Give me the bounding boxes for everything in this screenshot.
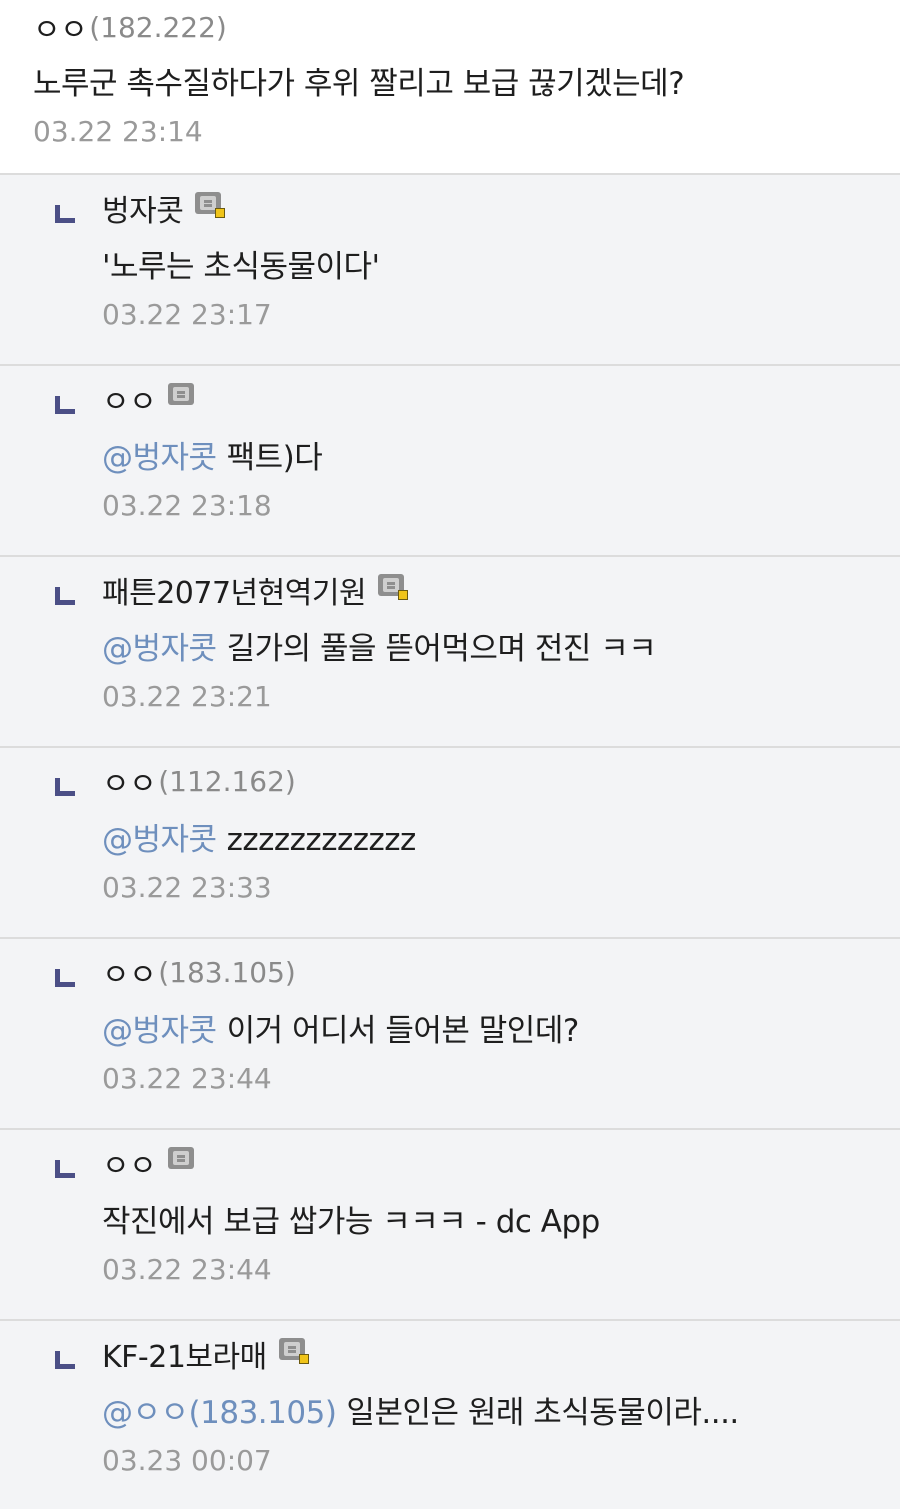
fixed-nick-gallog-icon[interactable] <box>378 574 409 600</box>
nickname[interactable]: ㅇㅇ <box>102 1141 157 1185</box>
comment-author: ㅇㅇ (182.222) <box>33 5 900 49</box>
reply-date: 03.23 00:07 <box>102 1444 272 1477</box>
fixed-nick-gallog-icon[interactable] <box>278 1338 309 1364</box>
reply-text: @벙자콧 팩트)다 <box>102 436 900 480</box>
reply-body: 작진에서 보급 쌉가능 ㅋㅋㅋ - dc App <box>102 1204 600 1240</box>
reply-text: @벙자콧 zzzzzzzzzzzz <box>102 818 900 862</box>
reply-date: 03.22 23:21 <box>102 680 272 713</box>
fixed-nick-gallog-icon[interactable] <box>195 192 226 218</box>
reply-author: ㅇㅇ (112.162) <box>102 759 900 803</box>
reply-date: 03.22 23:17 <box>102 298 272 331</box>
nickname[interactable]: KF-21보라매 <box>102 1332 267 1376</box>
nickname[interactable]: ㅇㅇ <box>102 377 157 421</box>
nickname[interactable]: 패튼2077년현역기원 <box>102 568 367 612</box>
nickname[interactable]: ㅇㅇ <box>102 950 157 994</box>
reply-author: ㅇㅇ (183.105) <box>102 950 900 994</box>
reply-text: 작진에서 보급 쌉가능 ㅋㅋㅋ - dc App <box>102 1200 900 1244</box>
reply-comment: 패튼2077년현역기원 @벙자콧 길가의 풀을 뜯어먹으며 전진 ㅋㅋ 03.22… <box>0 557 900 748</box>
mention-link[interactable]: @벙자콧 <box>102 631 217 667</box>
reply-text: @벙자콧 이거 어디서 들어본 말인데? <box>102 1009 900 1053</box>
reply-author: ㅇㅇ <box>102 378 900 420</box>
reply-arrow-icon <box>55 587 75 605</box>
reply-author: ㅇㅇ <box>102 1142 900 1184</box>
mention-link[interactable]: @ㅇㅇ(183.105) <box>102 1395 337 1431</box>
reply-arrow-icon <box>55 1160 75 1178</box>
half-fixed-nick-gallog-icon[interactable] <box>168 383 198 409</box>
reply-date: 03.22 23:44 <box>102 1253 272 1286</box>
reply-arrow-icon <box>55 778 75 796</box>
reply-author: 패튼2077년현역기원 <box>102 569 900 611</box>
mention-link[interactable]: @벙자콧 <box>102 440 217 476</box>
nickname[interactable]: ㅇㅇ <box>33 5 88 49</box>
reply-comment: ㅇㅇ (183.105) @벙자콧 이거 어디서 들어본 말인데? 03.22 2… <box>0 939 900 1130</box>
comment-body: 노루군 촉수질하다가 후위 짤리고 보급 끊기겠는데? <box>33 66 685 102</box>
ip-address: (182.222) <box>89 10 227 44</box>
reply-comment: ㅇㅇ @벙자콧 팩트)다 03.22 23:18 <box>0 366 900 557</box>
reply-arrow-icon <box>55 969 75 987</box>
reply-comment: ㅇㅇ (112.162) @벙자콧 zzzzzzzzzzzz 03.22 23:3… <box>0 748 900 939</box>
reply-author: 벙자콧 <box>102 187 900 229</box>
comment-date: 03.22 23:14 <box>33 115 203 148</box>
reply-arrow-icon <box>55 205 75 223</box>
mention-link[interactable]: @벙자콧 <box>102 822 217 858</box>
reply-arrow-icon <box>55 1351 75 1369</box>
reply-text: '노루는 초식동물이다' <box>102 245 900 289</box>
reply-body: 일본인은 원래 초식동물이라.... <box>346 1395 739 1431</box>
reply-comment: KF-21보라매 @ㅇㅇ(183.105) 일본인은 원래 초식동물이라.... … <box>0 1321 900 1509</box>
comment-list: ㅇㅇ (182.222) 노루군 촉수질하다가 후위 짤리고 보급 끊기겠는데?… <box>0 0 900 1509</box>
ip-address: (112.162) <box>158 764 296 798</box>
reply-date: 03.22 23:44 <box>102 1062 272 1095</box>
reply-date: 03.22 23:33 <box>102 871 272 904</box>
reply-date: 03.22 23:18 <box>102 489 272 522</box>
mention-link[interactable]: @벙자콧 <box>102 1013 217 1049</box>
reply-author: KF-21보라매 <box>102 1333 900 1375</box>
reply-body: 길가의 풀을 뜯어먹으며 전진 ㅋㅋ <box>226 631 657 667</box>
ip-address: (183.105) <box>158 955 296 989</box>
reply-comment: 벙자콧 '노루는 초식동물이다' 03.22 23:17 <box>0 175 900 366</box>
reply-comment: ㅇㅇ 작진에서 보급 쌉가능 ㅋㅋㅋ - dc App 03.22 23:44 <box>0 1130 900 1321</box>
reply-text: @벙자콧 길가의 풀을 뜯어먹으며 전진 ㅋㅋ <box>102 627 900 671</box>
comment: ㅇㅇ (182.222) 노루군 촉수질하다가 후위 짤리고 보급 끊기겠는데?… <box>0 0 900 175</box>
half-fixed-nick-gallog-icon[interactable] <box>168 1147 198 1173</box>
comment-text: 노루군 촉수질하다가 후위 짤리고 보급 끊기겠는데? <box>33 62 900 106</box>
reply-arrow-icon <box>55 396 75 414</box>
nickname[interactable]: ㅇㅇ <box>102 759 157 803</box>
reply-text: @ㅇㅇ(183.105) 일본인은 원래 초식동물이라.... <box>102 1391 900 1435</box>
reply-body: '노루는 초식동물이다' <box>102 249 380 285</box>
reply-body: 이거 어디서 들어본 말인데? <box>226 1013 580 1049</box>
nickname[interactable]: 벙자콧 <box>102 186 184 230</box>
reply-body: 팩트)다 <box>226 440 323 476</box>
reply-body: zzzzzzzzzzzz <box>226 822 417 858</box>
